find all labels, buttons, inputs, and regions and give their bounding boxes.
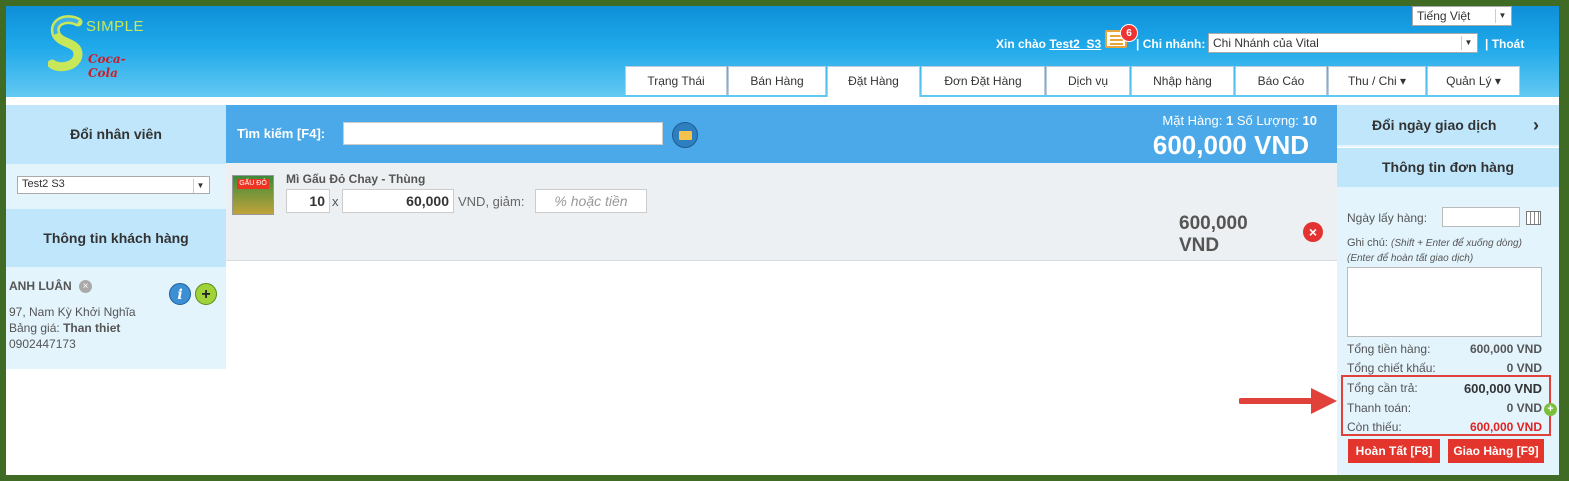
customer-card: ANH LUÂN × 97, Nam Kỳ Khởi Nghĩa Bảng gi… (9, 279, 224, 351)
cart-item-row: GẤU ĐỎ Mì Gấu Đỏ Chay - Thùng 10 x 60,00… (226, 163, 1337, 261)
add-payment-icon[interactable]: + (1544, 403, 1557, 416)
complete-button[interactable]: Hoàn Tất [F8] (1348, 439, 1440, 463)
remove-customer-icon[interactable]: × (79, 280, 93, 294)
note-label-block: Ghi chú: (Shift + Enter để xuống dòng) (… (1347, 236, 1522, 266)
tab-thu-chi[interactable]: Thu / Chi ▾ (1328, 66, 1426, 95)
calendar-icon[interactable] (1526, 211, 1541, 225)
price-list-label: Bảng giá: (9, 321, 60, 336)
branch-select[interactable]: Chi Nhánh của Vital ▼ (1208, 33, 1478, 53)
discount-input[interactable]: % hoặc tiền (535, 189, 647, 213)
app-frame: SIMPLE Coca-Cola Tiếng Việt ▼ Xin chào T… (6, 6, 1559, 475)
add-customer-icon[interactable]: + (195, 283, 217, 305)
branch-value: Chi Nhánh của Vital (1213, 36, 1319, 50)
note-label: Ghi chú: (1347, 237, 1388, 249)
total-goods-row: Tổng tiền hàng: 600,000 VND (1347, 342, 1542, 356)
chevron-down-icon: ▼ (1495, 9, 1509, 23)
tab-dat-hang[interactable]: Đặt Hàng (827, 66, 920, 97)
change-date-label: Đổi ngày giao dịch (1372, 117, 1497, 133)
product-thumbnail: GẤU ĐỎ (232, 175, 274, 215)
logo: SIMPLE Coca-Cola (46, 12, 146, 80)
quantity-input[interactable]: 10 (286, 189, 330, 213)
qty-label: Số Lượng: (1236, 113, 1299, 128)
chevron-down-icon: ▼ (193, 179, 207, 193)
tab-don-dat-hang[interactable]: Đơn Đặt Hàng (921, 66, 1045, 95)
items-label: Mặt Hàng: (1162, 113, 1223, 128)
note-textarea[interactable] (1347, 267, 1542, 337)
search-bar: Tìm kiếm [F4]: Mặt Hàng: 1 Số Lượng: 10 … (226, 105, 1337, 163)
staff-select[interactable]: Test2 S3 ▼ (17, 176, 210, 194)
logo-text: SIMPLE (86, 18, 145, 35)
customer-phone: 0902447173 (9, 337, 76, 352)
total-discount-value: 0 VND (1506, 361, 1542, 375)
tab-trang-thai[interactable]: Trạng Thái (625, 66, 727, 95)
customer-info-heading: Thông tin khách hàng (6, 209, 226, 267)
price-list-value: Than thiet (63, 321, 121, 336)
cocacola-logo: Coca-Cola (88, 52, 126, 80)
tab-quan-ly[interactable]: Quản Lý ▾ (1427, 66, 1520, 95)
simple-s-icon (48, 15, 83, 72)
right-panel: Đổi ngày giao dịch › Thông tin đơn hàng … (1337, 105, 1559, 475)
branch-label: | Chi nhánh: (1136, 37, 1206, 51)
greeting-prefix: Xin chào (996, 37, 1047, 51)
line-total-amount: 600,000 (1179, 213, 1248, 234)
line-total-currency: VND (1179, 235, 1220, 256)
header-divider (6, 97, 1559, 105)
chevron-down-icon: ▼ (1461, 36, 1475, 50)
total-discount-row: Tổng chiết khấu: 0 VND (1347, 361, 1542, 375)
main-tabs: Trạng Thái Bán Hàng Đặt Hàng Đơn Đặt Hàn… (625, 66, 1521, 97)
product-thumbnail-label: GẤU ĐỎ (237, 179, 269, 189)
remove-item-icon[interactable]: × (1303, 222, 1323, 242)
times-sign: x (332, 194, 339, 209)
chevron-right-icon: › (1533, 115, 1539, 135)
total-goods-value: 600,000 VND (1469, 342, 1542, 356)
total-discount-label: Tổng chiết khấu: (1347, 361, 1436, 375)
product-name: Mì Gấu Đỏ Chay - Thùng (286, 172, 426, 186)
delivery-button[interactable]: Giao Hàng [F9] (1448, 439, 1544, 463)
language-select[interactable]: Tiếng Việt ▼ (1412, 6, 1512, 26)
order-summary: Mặt Hàng: 1 Số Lượng: 10 (1162, 113, 1317, 128)
language-value: Tiếng Việt (1417, 9, 1471, 23)
notification-button[interactable]: 6 (1105, 24, 1138, 54)
annotation-arrow-icon (1239, 388, 1337, 414)
search-input[interactable] (343, 122, 663, 145)
note-hint-1: (Shift + Enter để xuống dòng) (1391, 238, 1522, 249)
username-link[interactable]: Test2_S3 (1049, 37, 1101, 51)
line-total: 600,000 VND (1179, 213, 1248, 257)
tab-dich-vu[interactable]: Dịch vụ (1046, 66, 1130, 95)
order-info-heading: Thông tin đơn hàng (1337, 147, 1559, 187)
unit-price-input[interactable]: 60,000 (342, 189, 454, 213)
customer-price-list: Bảng giá: Than thiet (9, 321, 224, 335)
items-count: 1 (1226, 113, 1234, 128)
pickup-date-label: Ngày lấy hàng: (1347, 211, 1428, 225)
header: SIMPLE Coca-Cola Tiếng Việt ▼ Xin chào T… (6, 6, 1559, 97)
qty-count: 10 (1302, 113, 1317, 128)
logout-link[interactable]: | Thoát (1485, 37, 1524, 51)
order-total: 600,000 VND (1152, 130, 1309, 160)
total-goods-label: Tổng tiền hàng: (1347, 342, 1431, 356)
customer-name: ANH LUÂN (9, 279, 72, 293)
price-unit-label: VND, giảm: (458, 194, 525, 209)
folder-icon[interactable] (672, 122, 698, 148)
staff-value: Test2 S3 (22, 178, 65, 190)
search-label: Tìm kiếm [F4]: (237, 126, 326, 141)
tab-nhap-hang[interactable]: Nhập hàng (1131, 66, 1234, 95)
greeting: Xin chào Test2_S3 (996, 37, 1101, 51)
highlight-box (1341, 375, 1551, 436)
tab-bao-cao[interactable]: Báo Cáo (1235, 66, 1327, 95)
note-hint-2: (Enter để hoàn tất giao dịch) (1347, 253, 1474, 264)
change-staff-button[interactable]: Đổi nhân viên (6, 105, 226, 164)
pickup-date-input[interactable] (1442, 207, 1520, 227)
tab-ban-hang[interactable]: Bán Hàng (728, 66, 826, 95)
info-icon[interactable]: i (169, 283, 191, 305)
left-sidebar: Đổi nhân viên Test2 S3 ▼ Thông tin khách… (6, 105, 226, 369)
change-date-button[interactable]: Đổi ngày giao dịch › (1337, 105, 1559, 145)
customer-address: 97, Nam Kỳ Khởi Nghĩa (9, 305, 136, 320)
